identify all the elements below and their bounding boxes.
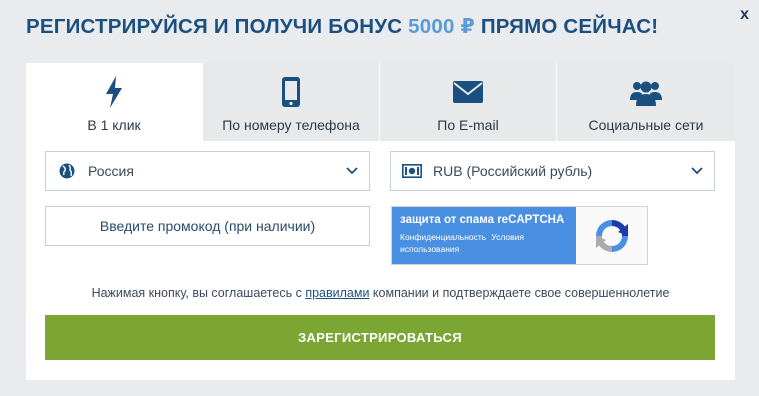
chevron-down-icon bbox=[335, 167, 369, 175]
recaptcha-badge[interactable]: защита от спама reCAPTCHA Конфиденциальн… bbox=[391, 206, 648, 265]
tab-label: В 1 клик bbox=[87, 117, 141, 133]
tab-label: По номеру телефона bbox=[222, 117, 360, 133]
register-button[interactable]: ЗАРЕГИСТРИРОВАТЬСЯ bbox=[45, 315, 715, 360]
lightning-icon bbox=[104, 75, 124, 109]
rules-link[interactable]: правилами bbox=[305, 286, 369, 300]
banknote-icon bbox=[391, 164, 433, 178]
tab-phone[interactable]: По номеру телефона bbox=[203, 63, 380, 141]
tab-label: По E-mail bbox=[437, 117, 499, 133]
tab-one-click[interactable]: В 1 клик bbox=[26, 63, 203, 141]
currency-select[interactable]: RUB (Российский рубль) bbox=[390, 151, 715, 191]
title-text-2: ПРЯМО СЕЙЧАС! bbox=[474, 15, 659, 38]
tab-social[interactable]: Социальные сети bbox=[557, 63, 735, 141]
recaptcha-title: защита от спама reCAPTCHA bbox=[400, 214, 565, 226]
country-select[interactable]: Россия bbox=[45, 151, 370, 191]
title-text-1: РЕГИСТРИРУЙСЯ И ПОЛУЧИ БОНУС bbox=[26, 15, 409, 38]
people-icon bbox=[630, 75, 662, 109]
recaptcha-usage-text: использования bbox=[400, 244, 460, 254]
country-value: Россия bbox=[88, 163, 134, 179]
registration-panel: В 1 клик По номеру телефона По E-mail Со… bbox=[26, 63, 735, 380]
agreement-text: Нажимая кнопку, вы соглашаетесь с правил… bbox=[26, 286, 735, 300]
recaptcha-privacy-link[interactable]: Конфиденциальность bbox=[400, 232, 486, 242]
recaptcha-terms-link[interactable]: Условия bbox=[491, 232, 524, 242]
agreement-before: Нажимая кнопку, вы соглашаетесь с bbox=[91, 286, 306, 300]
recaptcha-logo-icon bbox=[576, 207, 647, 264]
page-title: РЕГИСТРИРУЙСЯ И ПОЛУЧИ БОНУС 5000 ₽ ПРЯМ… bbox=[26, 14, 658, 39]
envelope-icon bbox=[453, 75, 483, 109]
agreement-after: компании и подтверждаете свое совершенно… bbox=[369, 286, 670, 300]
currency-value: RUB (Российский рубль) bbox=[433, 163, 593, 179]
tab-email[interactable]: По E-mail bbox=[380, 63, 557, 141]
tab-label: Социальные сети bbox=[588, 117, 704, 133]
registration-tabs: В 1 клик По номеру телефона По E-mail Со… bbox=[26, 63, 735, 141]
globe-icon bbox=[46, 163, 88, 179]
chevron-down-icon bbox=[680, 167, 714, 175]
phone-icon bbox=[281, 75, 301, 109]
promo-code-input[interactable]: Введите промокод (при наличии) bbox=[45, 206, 370, 246]
close-button[interactable]: x bbox=[740, 6, 749, 24]
title-bonus: 5000 ₽ bbox=[408, 15, 475, 38]
